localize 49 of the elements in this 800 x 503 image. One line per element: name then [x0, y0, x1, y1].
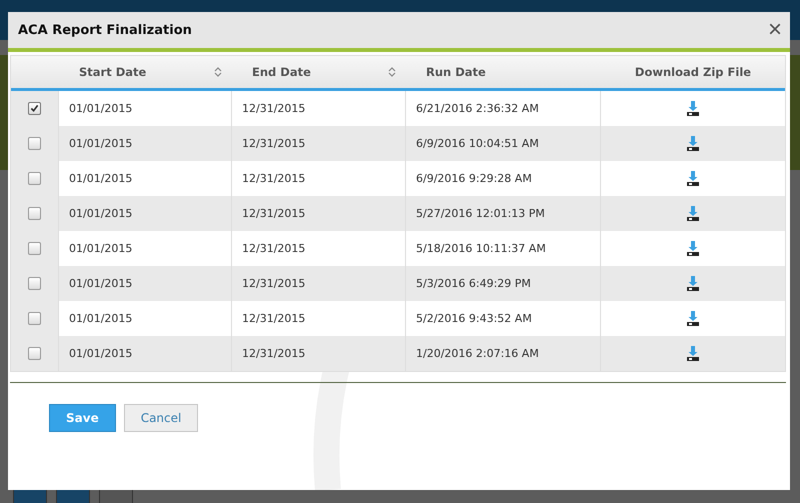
download-icon[interactable] [687, 171, 699, 186]
download-icon[interactable] [687, 206, 699, 221]
checkbox[interactable] [28, 277, 41, 290]
sort-icon [214, 66, 222, 78]
table-cell: 5/2/2016 9:43:52 AM [416, 312, 532, 325]
table-cell: 12/31/2015 [242, 137, 306, 150]
table-cell: 01/01/2015 [69, 277, 132, 290]
table-cell: 12/31/2015 [242, 102, 306, 115]
download-icon[interactable] [687, 346, 699, 361]
column-header[interactable]: Download Zip File [601, 56, 785, 88]
dialog-title: ACA Report Finalization [18, 22, 192, 38]
table-cell: 1/20/2016 2:07:16 AM [416, 347, 539, 360]
download-icon[interactable] [687, 276, 699, 291]
table-cell: 12/31/2015 [242, 207, 306, 220]
table-cell: 6/9/2016 10:04:51 AM [416, 137, 539, 150]
checkbox[interactable] [28, 312, 41, 325]
table-cell: 01/01/2015 [69, 347, 132, 360]
checkbox[interactable] [28, 137, 41, 150]
download-icon[interactable] [687, 136, 699, 151]
column-header[interactable]: Run Date [406, 56, 601, 88]
table-cell: 6/9/2016 9:29:28 AM [416, 172, 532, 185]
table-cell: 01/01/2015 [69, 137, 132, 150]
table-cell: 5/3/2016 6:49:29 PM [416, 277, 531, 290]
download-icon[interactable] [687, 311, 699, 326]
dialog-button[interactable]: Cancel [124, 404, 198, 432]
table-cell: 01/01/2015 [69, 102, 132, 115]
table-cell: 12/31/2015 [242, 312, 306, 325]
column-header[interactable]: End Date [232, 56, 406, 88]
table-cell: 5/18/2016 10:11:37 AM [416, 242, 546, 255]
checkbox[interactable] [28, 347, 41, 360]
table-cell: 6/21/2016 2:36:32 AM [416, 102, 539, 115]
table-cell: 01/01/2015 [69, 207, 132, 220]
checkbox[interactable] [28, 172, 41, 185]
download-icon[interactable] [687, 241, 699, 256]
table-cell: 12/31/2015 [242, 347, 306, 360]
checkbox[interactable] [28, 207, 41, 220]
table-cell: 01/01/2015 [69, 242, 132, 255]
checkbox[interactable] [28, 242, 41, 255]
table-cell: 12/31/2015 [242, 172, 306, 185]
sort-icon [388, 66, 396, 78]
table-cell: 01/01/2015 [69, 312, 132, 325]
table-cell: 5/27/2016 12:01:13 PM [416, 207, 545, 220]
column-header[interactable]: Start Date [59, 56, 232, 88]
checkbox[interactable] [28, 102, 41, 115]
close-button[interactable]: × [768, 18, 782, 42]
table-cell: 12/31/2015 [242, 277, 306, 290]
table-cell: 01/01/2015 [69, 172, 132, 185]
download-icon[interactable] [687, 101, 699, 116]
table-cell: 12/31/2015 [242, 242, 306, 255]
